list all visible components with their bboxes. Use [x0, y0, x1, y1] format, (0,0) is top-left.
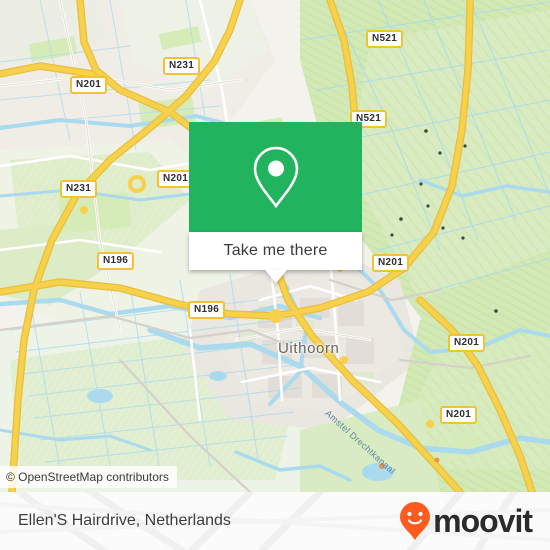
road-shield: N231	[60, 180, 98, 198]
moovit-logo[interactable]: moovit	[399, 501, 533, 541]
place-label-uithoorn: Uithoorn	[278, 340, 340, 357]
take-me-there-button[interactable]: Take me there	[189, 232, 362, 283]
road-shield: N231	[163, 57, 201, 75]
moovit-pin-smiley-icon	[400, 502, 431, 540]
callout-icon-area	[189, 122, 362, 232]
footer-bar: Ellen'S Hairdrive, Netherlands moovit	[0, 492, 550, 550]
take-me-there-label: Take me there	[223, 242, 328, 259]
road-shield: N201	[70, 76, 108, 94]
moovit-wordmark: moovit	[433, 503, 533, 539]
screenshot-root: N201 N231 N521 N521 N231 N201 N196 N201 …	[0, 0, 550, 550]
road-shield: N201	[448, 334, 486, 352]
road-shield: N521	[366, 30, 404, 48]
map-pin-icon	[253, 146, 298, 209]
osm-attribution[interactable]: © OpenStreetMap contributors	[0, 466, 177, 488]
location-callout-card[interactable]: Take me there	[189, 122, 362, 283]
callout-tail	[264, 270, 287, 283]
road-shield: N196	[97, 252, 135, 270]
location-title: Ellen'S Hairdrive, Netherlands	[18, 512, 231, 529]
road-shield: N201	[372, 254, 410, 272]
road-shield: N201	[440, 406, 478, 424]
road-shield: N196	[188, 301, 226, 319]
